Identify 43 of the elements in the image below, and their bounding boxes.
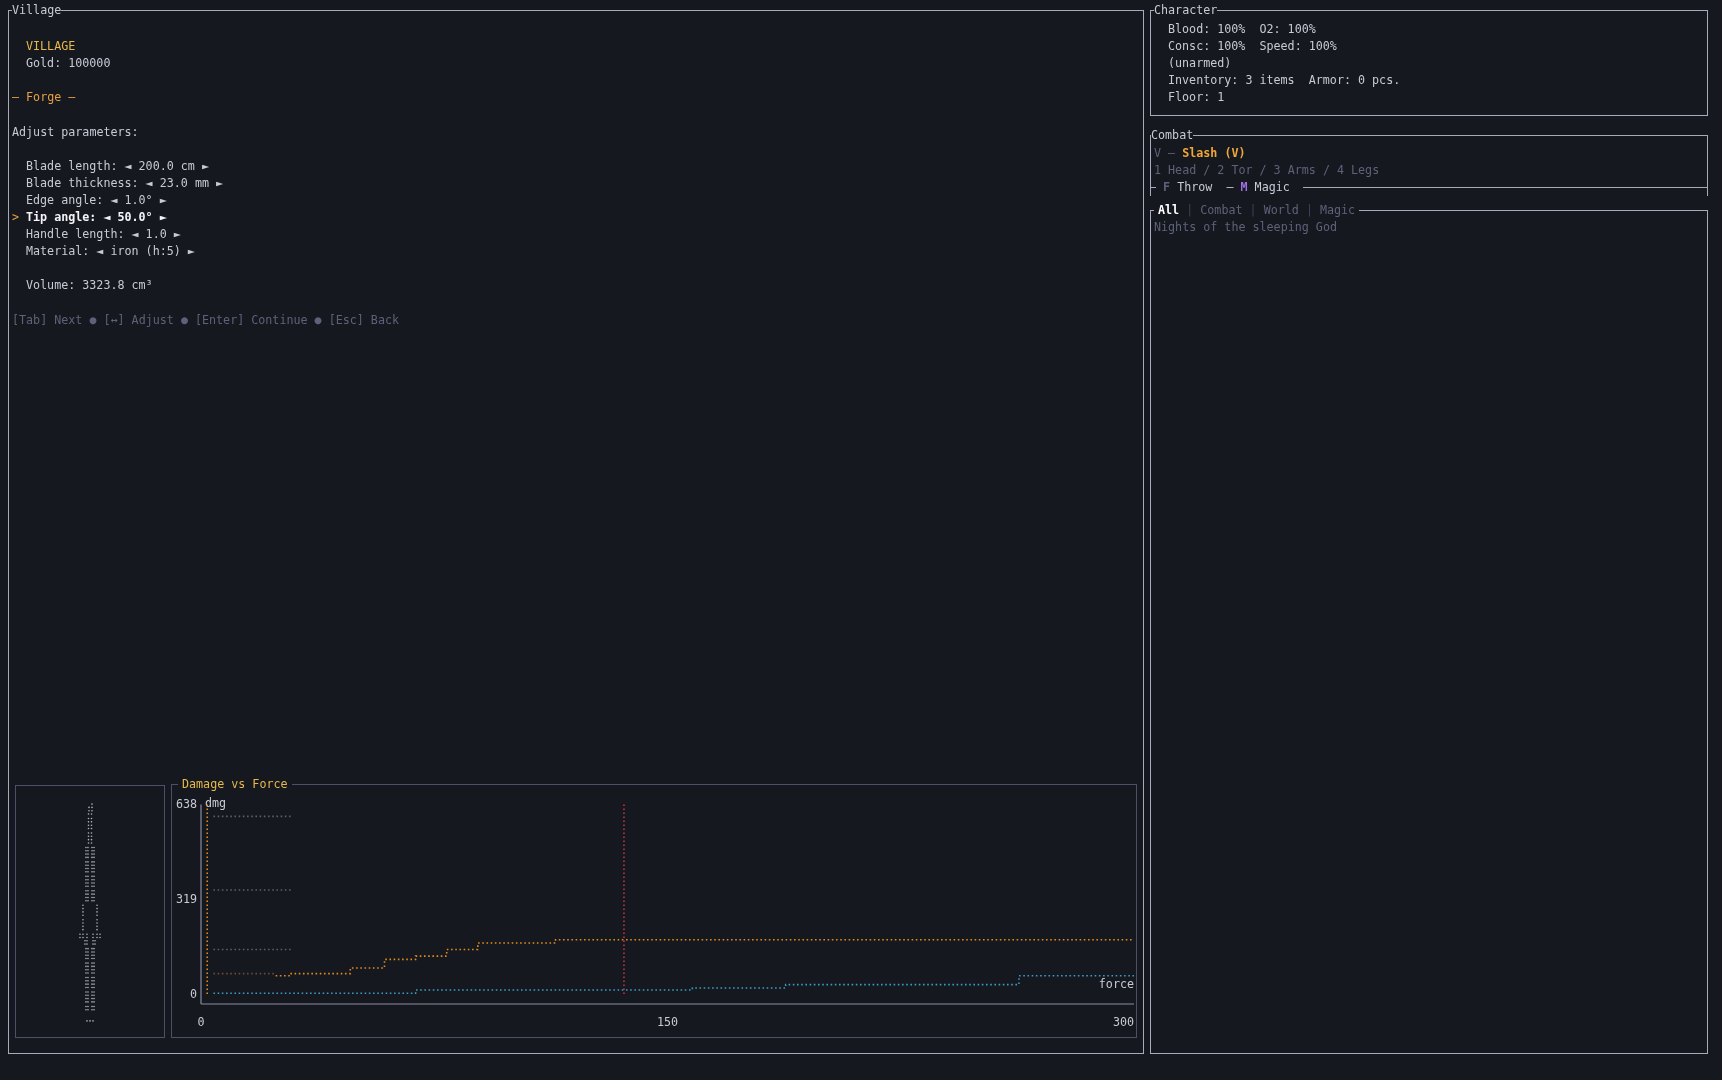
action-label[interactable]: Throw (1177, 179, 1213, 194)
parameter-item[interactable]: Handle length: ◄ 1.0 ► (26, 226, 181, 244)
tick-label: 300 (1112, 1014, 1134, 1029)
separator: – (1226, 179, 1234, 194)
log-tab[interactable]: All (1158, 201, 1180, 219)
key-hint: M (1240, 179, 1248, 194)
section-title: — Forge — (12, 90, 76, 105)
tab-separator: | (1186, 202, 1194, 217)
attack-name[interactable]: Slash (V) (1182, 145, 1246, 160)
target-hint: 1 Head / 2 Tor / 3 Arms / 4 Legs (1154, 162, 1380, 177)
tick-label: 638 (175, 797, 197, 811)
parameter-item[interactable]: Edge angle: ◄ 1.0° ► (26, 191, 167, 210)
tab-separator: | (1305, 202, 1313, 217)
volume-text: Volume: 3323.8 cm³ (26, 278, 153, 293)
log-message: Nights of the sleeping God (1154, 219, 1337, 234)
key-hints: [Tab] Next ● [↔] Adjust ● [Enter] Continue ● [Esc] Back (12, 312, 399, 327)
stat-text: Consc: 100% Speed: 100% (1168, 39, 1337, 54)
axis-label: force (1098, 976, 1134, 991)
stat-text: Blood: 100% O2: 100% (1168, 22, 1316, 36)
stat-text: (unarmed) (1168, 56, 1232, 71)
currency-text: Gold: 100000 (26, 56, 111, 71)
key-hint: F (1163, 179, 1171, 194)
tab-separator: | (1249, 202, 1257, 217)
stat-text: Inventory: 3 items Armor: 0 pcs. (1168, 73, 1401, 88)
parameter-item[interactable]: Material: ◄ iron (h:5) ► (26, 243, 195, 261)
tick-label: 150 (656, 1014, 679, 1029)
separator: – (1168, 145, 1176, 160)
panel-title: Character (1154, 2, 1218, 19)
tick-label: 0 (197, 1014, 205, 1029)
tick-label: 0 (189, 987, 197, 1001)
location-title: VILLAGE (26, 39, 76, 54)
parameter-item[interactable]: Tip angle: ◄ 50.0° ► (26, 209, 167, 227)
tick-label: 319 (175, 892, 197, 906)
panel-title: Village (12, 2, 62, 19)
parameter-item[interactable]: Blade thickness: ◄ 23.0 mm ► (26, 174, 224, 192)
key-hint: V (1154, 145, 1162, 160)
chart-title: Damage vs Force (181, 776, 289, 793)
prompt-text: Adjust parameters: (12, 124, 139, 139)
axis-label: dmg (205, 795, 227, 810)
cursor-marker: > (12, 210, 20, 225)
parameter-item[interactable]: Blade length: ◄ 200.0 cm ► (26, 157, 209, 175)
action-label[interactable]: Magic (1254, 179, 1290, 194)
stat-text: Floor: 1 (1168, 90, 1225, 105)
